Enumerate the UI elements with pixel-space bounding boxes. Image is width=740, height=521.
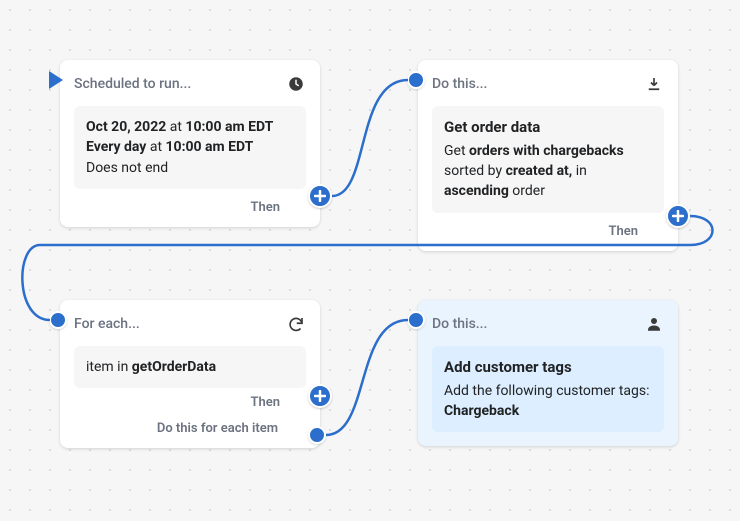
card-title: Do this... bbox=[432, 316, 487, 332]
card-scheduled[interactable]: Scheduled to run... Oct 20, 2022 at 10:0… bbox=[60, 60, 320, 227]
person-icon bbox=[644, 314, 664, 334]
card-body: item in getOrderData bbox=[74, 346, 306, 388]
card-get-order-data[interactable]: Do this... Get order data Get orders wit… bbox=[418, 60, 678, 251]
add-step-button[interactable] bbox=[308, 384, 332, 408]
card-title: Do this... bbox=[432, 76, 487, 92]
card-title: Scheduled to run... bbox=[74, 76, 191, 92]
add-step-button[interactable] bbox=[308, 184, 332, 208]
node-dot bbox=[49, 311, 67, 329]
card-for-each[interactable]: For each... item in getOrderData Then Do… bbox=[60, 300, 320, 448]
play-icon bbox=[49, 71, 63, 89]
each-label: Do this for each item bbox=[157, 421, 278, 436]
card-add-customer-tags[interactable]: Do this... Add customer tags Add the fol… bbox=[418, 300, 678, 446]
card-body: Oct 20, 2022 at 10:00 am EDT Every day a… bbox=[74, 106, 306, 189]
then-label: Then bbox=[250, 395, 280, 410]
add-step-button[interactable] bbox=[666, 204, 690, 228]
body-title: Get order data bbox=[444, 117, 652, 139]
download-icon bbox=[644, 74, 664, 94]
clock-icon bbox=[286, 74, 306, 94]
node-dot bbox=[308, 426, 326, 444]
card-header: Do this... bbox=[432, 314, 664, 334]
body-title: Add customer tags bbox=[444, 357, 652, 379]
card-title: For each... bbox=[74, 316, 140, 332]
card-header: Do this... bbox=[432, 74, 664, 94]
card-body: Get order data Get orders with chargebac… bbox=[432, 106, 664, 213]
then-label: Then bbox=[250, 200, 280, 215]
card-header: Scheduled to run... bbox=[74, 74, 306, 94]
then-label: Then bbox=[608, 224, 638, 239]
node-dot bbox=[407, 71, 425, 89]
card-body: Add customer tags Add the following cust… bbox=[432, 346, 664, 432]
card-header: For each... bbox=[74, 314, 306, 334]
refresh-icon bbox=[286, 314, 306, 334]
node-dot bbox=[407, 311, 425, 329]
